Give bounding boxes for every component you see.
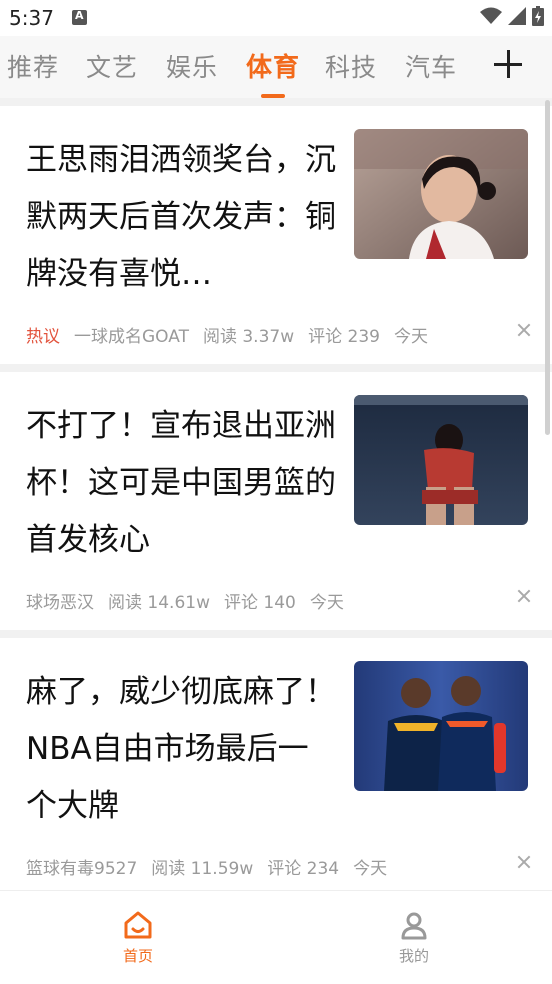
basketball-player-image xyxy=(354,129,528,259)
article-time: 今天 xyxy=(353,859,388,879)
notification-a-icon xyxy=(72,9,87,25)
read-count: 阅读 14.61w xyxy=(108,593,210,613)
tab-recommend[interactable]: 推荐 xyxy=(7,48,59,84)
article-card[interactable]: 王思雨泪洒领奖台，沉默两天后首次发声：铜牌没有喜悦… 热议 一球成名GOAT 阅… xyxy=(0,106,552,364)
article-title[interactable]: 王思雨泪洒领奖台，沉默两天后首次发声：铜牌没有喜悦… xyxy=(26,132,336,303)
divider xyxy=(0,364,552,372)
signal-icon xyxy=(508,7,526,25)
comment-count: 评论 140 xyxy=(223,593,296,613)
user-icon xyxy=(401,912,427,940)
dismiss-icon[interactable] xyxy=(518,324,530,336)
news-feed: 王思雨泪洒领奖台，沉默两天后首次发声：铜牌没有喜悦… 热议 一球成名GOAT 阅… xyxy=(0,98,552,896)
article-source[interactable]: 篮球有毒9527 xyxy=(26,854,137,879)
status-time: 5:37 xyxy=(9,6,54,30)
article-source[interactable]: 一球成名GOAT xyxy=(74,322,189,347)
read-count: 阅读 3.37w xyxy=(202,327,295,347)
article-source[interactable]: 球场恶汉 xyxy=(26,588,94,613)
dismiss-icon[interactable] xyxy=(518,590,530,602)
category-tabs: 推荐 文艺 娱乐 体育 科技 汽车 xyxy=(0,36,552,98)
nav-me[interactable]: 我的 xyxy=(374,909,454,966)
article-time: 今天 xyxy=(393,327,428,347)
article-card[interactable]: 不打了！宣布退出亚洲杯！这可是中国男篮的首发核心 球场恶汉 阅读 14.61w … xyxy=(0,372,552,630)
article-thumbnail[interactable] xyxy=(354,661,528,791)
scrollbar[interactable] xyxy=(545,100,550,435)
tab-auto[interactable]: 汽车 xyxy=(405,48,457,84)
nav-home-label: 首页 xyxy=(122,947,153,965)
comment-count: 评论 239 xyxy=(308,327,380,347)
status-bar: 5:37 xyxy=(0,0,552,36)
wifi-icon xyxy=(480,7,502,24)
bottom-navigation: 首页 我的 xyxy=(0,890,552,984)
article-card[interactable]: 麻了，威少彻底麻了！NBA自由市场最后一个大牌 篮球有毒9527 阅读 11.5… xyxy=(0,638,552,896)
article-thumbnail[interactable] xyxy=(354,395,528,525)
article-thumbnail[interactable] xyxy=(354,129,528,259)
divider xyxy=(0,630,552,638)
home-icon xyxy=(124,911,152,939)
basketball-player-sitting-image xyxy=(354,395,528,525)
read-count: 阅读 11.59w xyxy=(151,859,254,879)
add-category-icon[interactable] xyxy=(494,49,524,79)
battery-icon xyxy=(532,6,544,26)
tab-tech[interactable]: 科技 xyxy=(325,48,377,84)
tab-entertainment[interactable]: 娱乐 xyxy=(166,48,218,84)
tab-arts[interactable]: 文艺 xyxy=(86,48,138,84)
tab-sports[interactable]: 体育 xyxy=(246,47,300,84)
article-meta: 热议 一球成名GOAT 阅读 3.37w 评论 239 今天 xyxy=(26,322,428,347)
article-title[interactable]: 麻了，威少彻底麻了！NBA自由市场最后一个大牌 xyxy=(26,664,336,835)
divider xyxy=(0,98,552,106)
dismiss-icon[interactable] xyxy=(518,856,530,868)
article-meta: 球场恶汉 阅读 14.61w 评论 140 今天 xyxy=(26,588,344,613)
article-title[interactable]: 不打了！宣布退出亚洲杯！这可是中国男篮的首发核心 xyxy=(26,398,336,569)
hot-badge: 热议 xyxy=(26,327,60,347)
nav-me-label: 我的 xyxy=(398,947,429,965)
article-meta: 篮球有毒9527 阅读 11.59w 评论 234 今天 xyxy=(26,854,387,879)
article-time: 今天 xyxy=(309,593,344,613)
nav-home[interactable]: 首页 xyxy=(98,909,178,966)
comment-count: 评论 234 xyxy=(267,859,340,879)
status-icons xyxy=(480,6,544,26)
nba-players-image xyxy=(354,661,528,791)
